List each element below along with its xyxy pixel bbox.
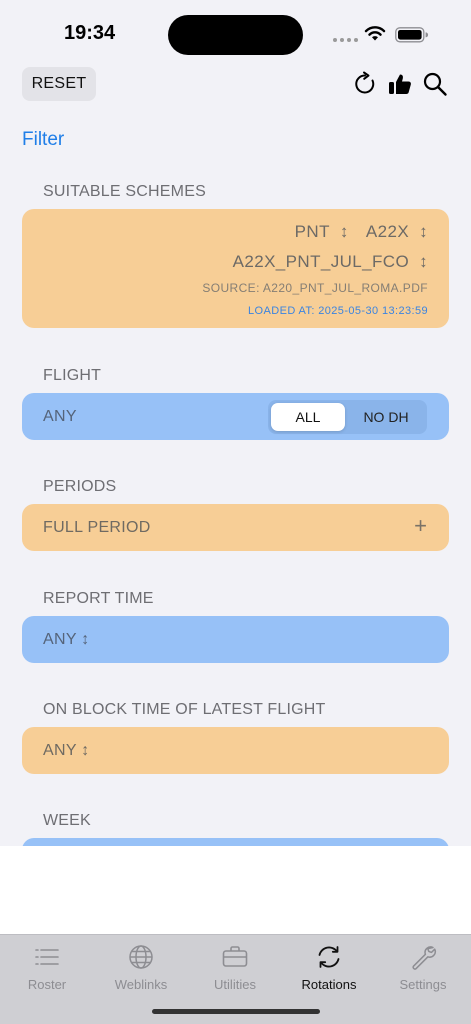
aircraft-selector[interactable]: A22X ↕ [366,222,428,241]
wrench-icon [412,946,436,970]
periods-value: FULL PERIOD [43,519,151,536]
tab-label-roster: Roster [27,977,67,992]
rotation-icon [318,946,340,968]
scheme-updown-icon: ↕ [419,252,428,271]
thumbs-up-icon[interactable] [387,71,413,97]
dynamic-island [168,15,303,55]
rank-updown-icon: ↕ [339,222,349,241]
report-time-card[interactable]: ANY ↕ [22,616,449,663]
cellular-signal-icon [333,38,358,42]
tab-label-rotations: Rotations [301,977,357,992]
search-icon[interactable] [422,71,448,97]
tab-roster[interactable]: Roster [0,943,94,992]
flight-segmented-control: ALL NO DH [268,400,427,434]
add-period-icon[interactable]: + [414,515,427,537]
wifi-icon [364,26,386,41]
week-card[interactable] [22,838,449,846]
tab-settings[interactable]: Settings [376,943,470,992]
scroll-content[interactable]: 19:34 RESET Filter SUITABLE SCHEMES PNT … [0,0,471,846]
home-indicator [152,1009,320,1014]
periods-card[interactable]: FULL PERIOD + [22,504,449,551]
refresh-icon[interactable] [352,71,378,97]
section-label-report-time: REPORT TIME [43,590,154,607]
tab-label-weblinks: Weblinks [114,977,168,992]
status-time: 19:34 [64,22,116,44]
section-label-periods: PERIODS [43,478,117,495]
list-icon [35,949,59,965]
tab-weblinks[interactable]: Weblinks [94,943,188,992]
on-block-value: ANY ↕ [43,742,90,759]
scheme-selectors-row: PNT ↕ A22X ↕ [295,222,428,242]
rank-selector[interactable]: PNT ↕ [295,222,349,241]
aircraft-value: A22X [365,222,410,241]
filter-title: Filter [22,129,65,150]
scheme-loaded-at: LOADED AT: 2025-05-30 13:23:59 [248,305,428,317]
tab-label-settings: Settings [399,977,447,992]
flight-value: ANY [43,408,77,425]
scheme-card: PNT ↕ A22X ↕ A22X_PNT_JUL_FCO ↕ SOURCE: A22… [22,209,449,328]
globe-icon [129,945,153,969]
report-time-value: ANY ↕ [43,631,90,648]
app-screen: 19:34 RESET Filter SUITABLE SCHEMES PNT … [0,0,471,1024]
section-label-flight: FLIGHT [43,367,102,384]
segment-all[interactable]: ALL [271,403,345,431]
scheme-value: A22X_PNT_JUL_FCO [232,252,410,271]
scheme-selector[interactable]: A22X_PNT_JUL_FCO ↕ [233,252,428,272]
scheme-source: SOURCE: A220_PNT_JUL_ROMA.PDF [202,281,428,295]
section-label-on-block: ON BLOCK TIME OF LATEST FLIGHT [43,701,326,718]
section-label-week: WEEK [43,812,91,829]
section-label-schemes: SUITABLE SCHEMES [43,183,206,200]
on-block-card[interactable]: ANY ↕ [22,727,449,774]
flight-card: ANY ALL NO DH [22,393,449,440]
briefcase-icon [222,946,248,967]
tab-rotations[interactable]: Rotations [282,943,376,992]
battery-icon [395,27,429,43]
rank-value: PNT [294,222,330,241]
tab-utilities[interactable]: Utilities [188,943,282,992]
tab-label-utilities: Utilities [214,977,256,992]
segment-no-dh[interactable]: NO DH [349,403,423,431]
aircraft-updown-icon: ↕ [419,222,428,241]
reset-button[interactable]: RESET [22,67,96,101]
